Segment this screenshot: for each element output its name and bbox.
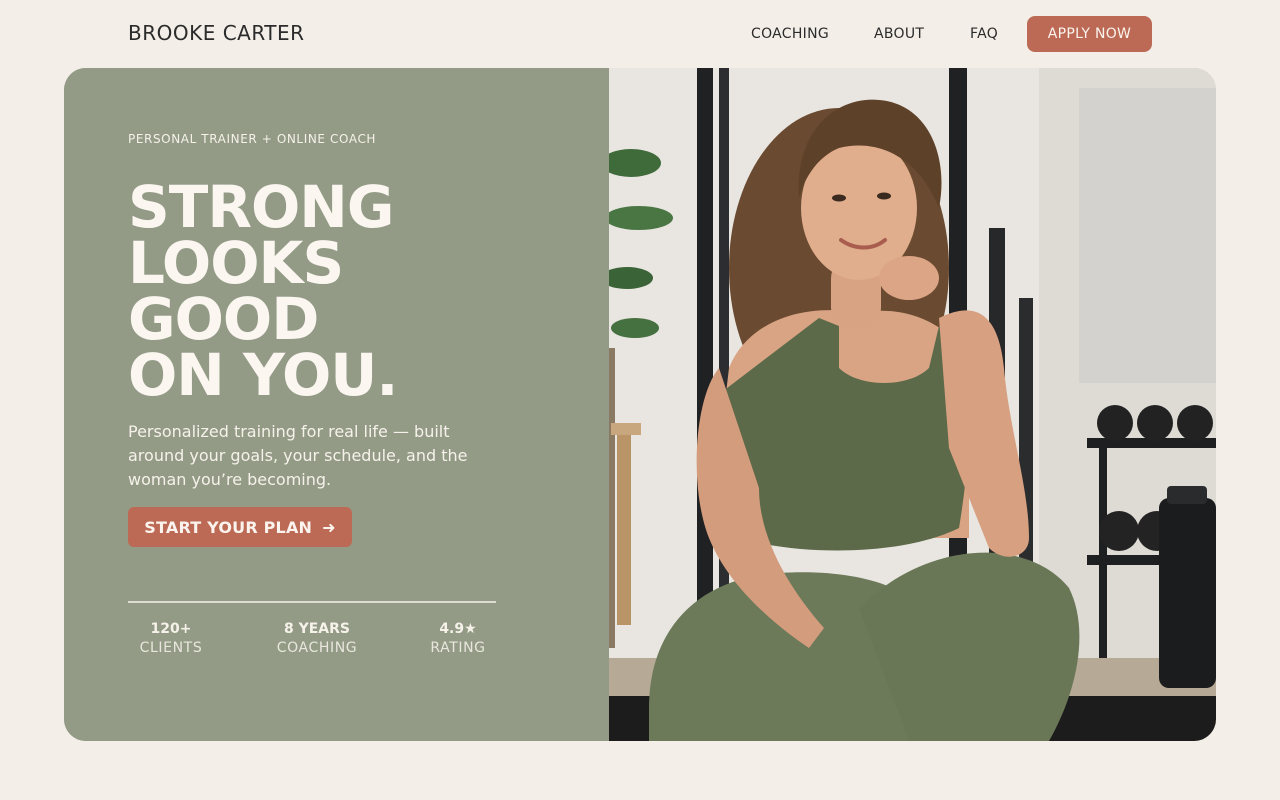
- hero-text-panel: PERSONAL TRAINER + ONLINE COACH STRONG L…: [64, 68, 609, 741]
- stat-years: 8 YEARS COACHING: [269, 620, 365, 658]
- nav-link-coaching[interactable]: COACHING: [751, 26, 829, 42]
- stat-value: 120+: [150, 621, 192, 637]
- hero-headline: STRONG LOOKS GOOD ON YOU.: [128, 173, 548, 409]
- headline-line: ON YOU.: [128, 341, 398, 409]
- top-nav: BROOKE CARTER COACHING ABOUT FAQ APPLY N…: [0, 0, 1280, 68]
- headline-line: LOOKS: [128, 229, 344, 297]
- portrait-illustration: [609, 68, 1216, 741]
- arrow-right-icon: ➜: [322, 517, 336, 537]
- stat-label: CLIENTS: [139, 640, 203, 656]
- stat-value: 4.9★: [439, 621, 477, 637]
- stat-label: RATING: [430, 640, 486, 656]
- headline-line: GOOD: [128, 285, 319, 353]
- trainer-portrait-photo: [609, 68, 1216, 741]
- start-your-plan-button[interactable]: START YOUR PLAN ➜: [128, 507, 352, 547]
- stats-divider: [128, 601, 496, 603]
- hero-eyebrow: PERSONAL TRAINER + ONLINE COACH: [128, 132, 377, 146]
- stat-value: 8 YEARS: [283, 621, 350, 637]
- stat-label: COACHING: [276, 640, 358, 656]
- cta-label: START YOUR PLAN: [144, 517, 313, 537]
- stat-rating: 4.9★ RATING: [420, 620, 496, 658]
- apply-now-button[interactable]: APPLY NOW: [1027, 16, 1152, 52]
- hero-card: PERSONAL TRAINER + ONLINE COACH STRONG L…: [64, 68, 1216, 741]
- headline-line: STRONG: [128, 173, 394, 241]
- hero-subcopy: Personalized training for real life — bu…: [128, 422, 468, 489]
- brand-logo[interactable]: BROOKE CARTER: [128, 21, 305, 45]
- nav-link-faq[interactable]: FAQ: [970, 26, 998, 42]
- nav-link-about[interactable]: ABOUT: [874, 26, 924, 42]
- stat-clients: 120+ CLIENTS: [128, 620, 214, 658]
